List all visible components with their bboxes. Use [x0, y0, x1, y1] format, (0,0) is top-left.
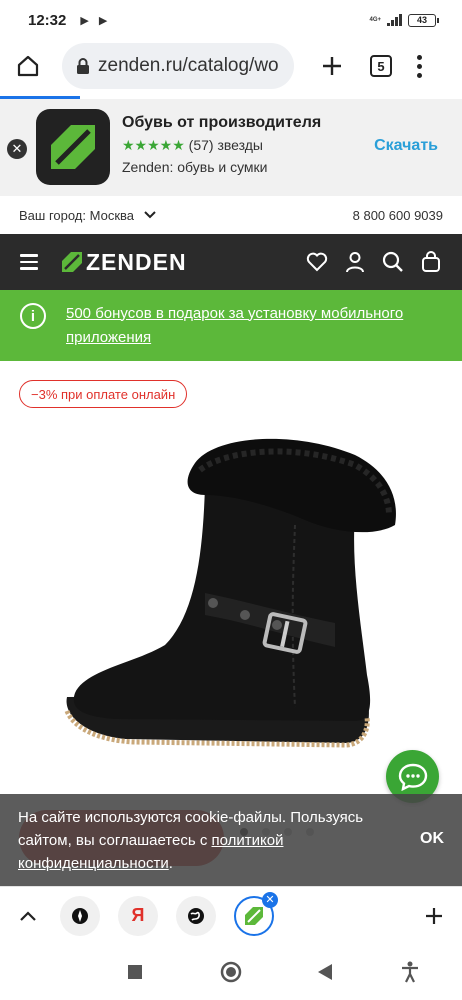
logo-text: ZENDEN: [86, 248, 187, 275]
site-header: ZENDEN: [0, 234, 462, 290]
cookie-message-end: .: [168, 855, 173, 872]
promo-link[interactable]: 500 бонусов в подарок за установку мобил…: [66, 302, 442, 350]
plus-icon: [426, 907, 442, 924]
rating-text: (57) звезды: [188, 137, 263, 153]
burger-menu-icon[interactable]: [20, 254, 38, 270]
status-right: 4G+ 43: [369, 13, 439, 27]
plus-icon: [323, 57, 341, 75]
system-navigation-bar: [0, 944, 462, 1000]
tab-switcher-button[interactable]: 5: [370, 55, 392, 77]
zenden-logo-icon: [51, 125, 95, 169]
back-triangle-icon: [318, 964, 332, 980]
recents-button[interactable]: [123, 960, 147, 984]
zenden-logo-mark-icon: [62, 252, 82, 272]
search-icon: [382, 251, 403, 272]
cookie-ok-button[interactable]: OK: [420, 830, 444, 848]
signal-icon: [387, 14, 402, 26]
info-icon: i: [20, 303, 46, 329]
accessibility-icon: [402, 961, 418, 983]
battery-icon: 43: [408, 13, 439, 27]
tab-yandex[interactable]: Я: [118, 895, 158, 936]
circle-icon: [220, 961, 242, 983]
close-banner-button[interactable]: ✕: [7, 139, 27, 159]
header-actions: [306, 251, 442, 273]
chevron-down-icon[interactable]: [144, 211, 156, 219]
new-tab-button[interactable]: [316, 50, 348, 82]
home-nav-button[interactable]: [219, 960, 243, 984]
discount-badge: −3% при оплате онлайн: [19, 380, 188, 408]
status-bar: 12:32 ▶ ▶ 4G+ 43: [0, 0, 462, 40]
status-time: 12:32: [28, 11, 67, 29]
phone-number[interactable]: 8 800 600 9039: [353, 208, 443, 223]
site-logo[interactable]: ZENDEN: [62, 249, 187, 276]
chat-icon: [398, 763, 427, 791]
browser-toolbar: zenden.ru/catalog/wo 5: [0, 40, 462, 92]
battery-level: 43: [416, 15, 427, 25]
cookie-text: На сайте используются cookie-файлы. Поль…: [18, 806, 398, 875]
app-info: Обувь от производителя ★★★★★ (57) звезды…: [122, 114, 321, 175]
favorites-button[interactable]: [306, 251, 328, 273]
tab-zenden-active[interactable]: ✕: [234, 891, 278, 936]
tab-count: 5: [377, 58, 385, 74]
product-image[interactable]: [55, 425, 415, 755]
globe-icon: [188, 907, 204, 924]
zenden-tab-icon: [245, 906, 263, 925]
heart-icon: [306, 252, 328, 272]
bag-icon: [422, 251, 440, 272]
back-button[interactable]: [313, 960, 337, 984]
status-notification-icons: ▶ ▶: [80, 14, 107, 27]
city-selector[interactable]: Ваш город: Москва: [19, 208, 134, 223]
download-app-button[interactable]: Скачать: [374, 137, 438, 155]
app-install-banner: ✕ Обувь от производителя ★★★★★ (57) звез…: [0, 99, 462, 196]
compass-icon: [72, 907, 88, 924]
cookie-message: На сайте используются cookie-файлы. Поль…: [18, 809, 364, 849]
browser-tab-bar: Я ✕: [0, 886, 462, 944]
url-text: zenden.ru/catalog/wo: [98, 55, 279, 76]
cookie-banner: На сайте используются cookie-файлы. Поль…: [0, 794, 462, 886]
app-title: Обувь от производителя: [122, 114, 322, 131]
app-rating: ★★★★★ (57) звезды: [122, 137, 321, 154]
play-icon: ▶: [80, 14, 89, 27]
city-bar: Ваш город: Москва 8 800 600 9039: [0, 196, 462, 234]
cart-button[interactable]: [420, 251, 442, 273]
promo-bar: i 500 бонусов в подарок за установку моб…: [0, 290, 462, 361]
square-icon: [128, 965, 142, 979]
home-button[interactable]: [10, 48, 46, 84]
close-tab-icon[interactable]: ✕: [262, 891, 278, 908]
rating-stars: ★★★★★: [122, 137, 185, 153]
address-bar[interactable]: zenden.ru/catalog/wo: [62, 43, 294, 89]
search-button[interactable]: [382, 251, 404, 273]
user-icon: [346, 252, 364, 273]
home-icon: [17, 55, 39, 77]
add-tab-button[interactable]: [420, 900, 448, 932]
yandex-icon: Я: [131, 905, 145, 925]
tab-compass[interactable]: [60, 895, 100, 936]
app-icon[interactable]: [36, 109, 110, 185]
accessibility-button[interactable]: [398, 960, 422, 984]
chevron-up-icon: [20, 910, 36, 921]
account-button[interactable]: [344, 251, 366, 273]
app-subtitle: Zenden: обувь и сумки: [122, 159, 268, 175]
expand-tabs-button[interactable]: [14, 902, 42, 930]
browser-menu-button[interactable]: [414, 54, 424, 78]
play-icon: ▶: [98, 14, 108, 27]
lock-icon: [77, 58, 89, 74]
tab-globe[interactable]: [176, 895, 216, 936]
network-label: 4G+: [369, 17, 381, 23]
